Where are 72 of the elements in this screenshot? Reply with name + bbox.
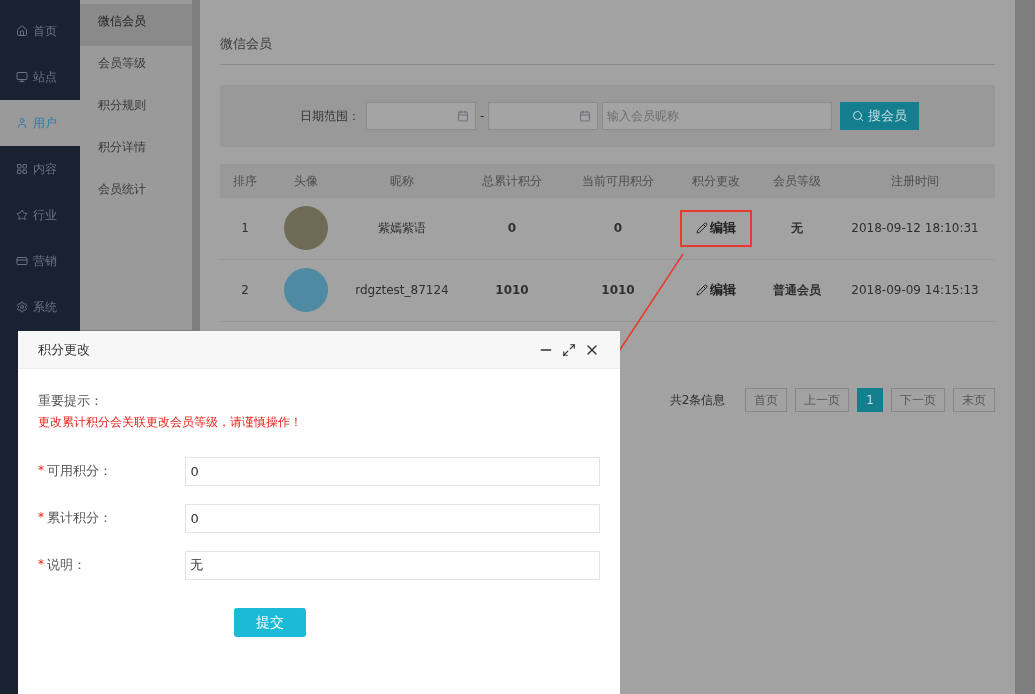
search-button[interactable]: 搜会员 bbox=[840, 101, 920, 130]
nav-item[interactable]: 行业 bbox=[0, 192, 80, 238]
date-range-label: 日期范围： bbox=[300, 107, 360, 125]
column-header: 当前可用积分 bbox=[582, 172, 654, 190]
column-header: 昵称 bbox=[390, 172, 414, 190]
pagination-button[interactable]: 下一页 bbox=[891, 387, 945, 412]
start-date-field[interactable] bbox=[366, 101, 476, 130]
pencil-icon bbox=[696, 284, 708, 296]
column-header: 积分更改 bbox=[692, 172, 740, 190]
notice-title: 重要提示： bbox=[38, 392, 104, 410]
table-cell-text: 无 bbox=[791, 220, 803, 237]
points-input-field[interactable]: 无 bbox=[185, 550, 600, 580]
maximize-icon[interactable] bbox=[562, 342, 576, 357]
table-cell-text: 0 bbox=[613, 220, 623, 237]
column-header: 排序 bbox=[233, 172, 257, 190]
nav-item[interactable]: 站点 bbox=[0, 54, 80, 100]
end-date-field[interactable] bbox=[488, 101, 599, 130]
submenu-item[interactable]: 会员统计 bbox=[80, 172, 192, 214]
avatar-photo-placeholder bbox=[284, 268, 328, 312]
nav-item[interactable]: 内容 bbox=[0, 146, 80, 192]
field-label: 累计积分： bbox=[47, 508, 112, 527]
submenu-item[interactable]: 微信会员 bbox=[80, 4, 192, 46]
dialog-title: 积分更改 bbox=[38, 340, 90, 359]
table-cell-text: 普通会员 bbox=[773, 282, 821, 299]
edit-link[interactable]: 编辑 bbox=[680, 209, 752, 247]
avatar-photo-placeholder bbox=[284, 206, 328, 250]
points-input-field[interactable]: 0 bbox=[185, 456, 600, 486]
grid-icon bbox=[16, 163, 28, 175]
monitor-icon bbox=[16, 71, 28, 83]
column-header: 注册时间 bbox=[891, 172, 939, 190]
submenu-item[interactable]: 积分详情 bbox=[80, 130, 192, 172]
date-separator: - bbox=[480, 107, 485, 125]
required-mark: * bbox=[38, 509, 44, 527]
pagination-button[interactable]: 末页 bbox=[953, 387, 995, 412]
submenu-item[interactable]: 会员等级 bbox=[80, 46, 192, 88]
column-header: 头像 bbox=[294, 172, 318, 190]
table-cell-text: 0 bbox=[507, 220, 517, 237]
page-title: 微信会员 bbox=[220, 36, 272, 51]
table-cell-text: 2018-09-12 18:10:31 bbox=[851, 220, 979, 237]
star-icon bbox=[16, 209, 28, 221]
card-icon bbox=[16, 255, 28, 267]
search-icon bbox=[852, 109, 865, 122]
nav-item[interactable]: 首页 bbox=[0, 8, 80, 54]
pagination-button[interactable]: 首页 bbox=[745, 387, 788, 412]
field-label: 说明： bbox=[47, 555, 86, 574]
edit-link[interactable]: 编辑 bbox=[680, 271, 752, 309]
settings-icon bbox=[16, 301, 28, 313]
table-cell-text: 2018-09-09 14:15:13 bbox=[851, 282, 979, 299]
calendar-icon bbox=[579, 109, 592, 122]
table-cell-text: rdgztest_87124 bbox=[355, 282, 449, 299]
points-input-field[interactable]: 0 bbox=[185, 503, 600, 533]
notice-text: 更改累计积分会关联更改会员等级，请谨慎操作！ bbox=[38, 413, 303, 431]
column-header: 总累计积分 bbox=[482, 172, 542, 190]
table-cell-text: 紫嫣紫语 bbox=[378, 220, 426, 237]
calendar-icon bbox=[457, 109, 469, 122]
table-cell-text: 1 bbox=[241, 220, 249, 237]
submit-button[interactable]: 提交 bbox=[234, 607, 306, 637]
column-header: 会员等级 bbox=[773, 172, 821, 190]
pagination-summary: 共2条信息 bbox=[669, 391, 726, 409]
pagination-button[interactable]: 1 bbox=[857, 387, 883, 412]
table-cell-text: 1010 bbox=[495, 282, 529, 299]
table-cell-text: 1010 bbox=[601, 282, 635, 299]
pencil-icon bbox=[696, 222, 708, 234]
field-label: 可用积分： bbox=[47, 461, 112, 480]
required-mark: * bbox=[38, 462, 44, 480]
table-cell-text: 2 bbox=[241, 282, 249, 299]
submenu-item[interactable]: 积分规则 bbox=[80, 88, 192, 130]
required-mark: * bbox=[38, 556, 44, 574]
user-icon bbox=[16, 117, 28, 129]
nav-item[interactable]: 营销 bbox=[0, 238, 80, 284]
home-icon bbox=[16, 25, 28, 37]
nav-item[interactable]: 系统 bbox=[0, 284, 80, 330]
